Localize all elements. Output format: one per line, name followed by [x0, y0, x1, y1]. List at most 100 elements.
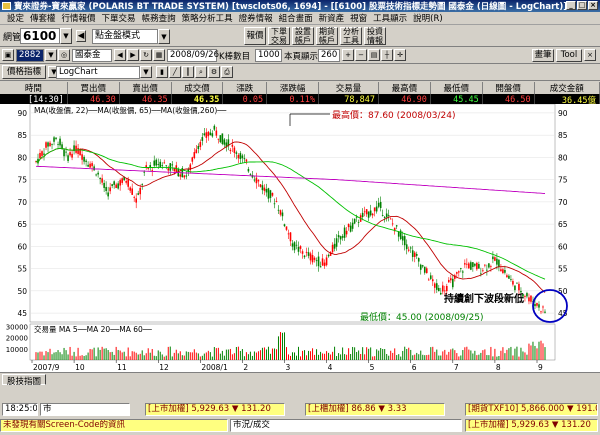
candle-body: [401, 236, 404, 241]
col-high: 最高價: [378, 82, 431, 94]
stock-account-button[interactable]: 設置帳戶: [292, 27, 314, 45]
x-tick-label: 9: [538, 363, 543, 372]
candle-body: [421, 265, 424, 267]
print-icon[interactable]: ⎙: [221, 66, 233, 78]
draw-pen-button[interactable]: 畫筆: [532, 49, 554, 62]
menu-item[interactable]: 組合畫面: [276, 12, 316, 24]
date-input[interactable]: 2008/09/26: [167, 49, 219, 62]
calendar-icon[interactable]: ▦: [153, 49, 165, 61]
tab-stock-chart[interactable]: 股技指圖: [2, 374, 47, 387]
chart-type-select[interactable]: LogChart: [56, 66, 140, 79]
candle-body: [363, 211, 366, 213]
zoom-in-icon[interactable]: +: [342, 49, 354, 61]
search-icon[interactable]: ◎: [58, 49, 70, 61]
candle-body: [349, 225, 352, 232]
y-tick-label: 80: [558, 153, 568, 162]
candle-body: [377, 202, 380, 207]
y-tick-label: 75: [17, 176, 27, 185]
next-symbol-icon[interactable]: ▶: [127, 49, 139, 61]
menu-item[interactable]: 證券情報: [236, 12, 276, 24]
menu-item[interactable]: 說明(R): [410, 12, 446, 24]
candle-body: [115, 184, 117, 188]
menu-item[interactable]: 策略分析工具: [179, 12, 236, 24]
candle-body: [259, 184, 262, 187]
x-tick-label: 5: [370, 363, 375, 372]
x-tick-label: 2008/1: [201, 363, 228, 372]
y-tick-label: 45: [17, 309, 27, 318]
line-chart-icon[interactable]: ╱: [169, 66, 181, 78]
candle-body: [59, 138, 61, 146]
mode-select[interactable]: 點金盤模式: [92, 29, 158, 44]
candle-body: [279, 210, 282, 215]
chart-area[interactable]: 90 85 80 75 70 65 60 55 50 45 30000 20000 10000 90 85…: [0, 103, 600, 372]
ruler-icon[interactable]: ┼: [381, 49, 393, 61]
menu-item[interactable]: 下單交易: [99, 12, 139, 24]
mode-dropdown-button[interactable]: ▼: [158, 29, 170, 44]
menu-item[interactable]: 視窗: [347, 12, 370, 24]
menu-item[interactable]: 帳務查詢: [139, 12, 179, 24]
close-button[interactable]: ×: [588, 1, 598, 10]
symbol-dropdown-button[interactable]: ▼: [45, 49, 57, 61]
prev-button[interactable]: ◀: [76, 30, 86, 42]
indicator-toolbar: 價格指標 ▼ LogChart ▼ ▮ ╱ ┃ ⌕ ⚙ ⎙: [0, 64, 600, 81]
candle-body: [161, 165, 164, 167]
crosshair-icon[interactable]: ✛: [394, 49, 406, 61]
menu-item[interactable]: 設定: [4, 12, 27, 24]
candle-body: [249, 174, 252, 175]
candle-body: [542, 306, 544, 308]
quote-button[interactable]: 報價: [244, 27, 266, 45]
candle-body: [133, 196, 135, 198]
candle-body: [113, 181, 115, 185]
candle-body: [379, 201, 382, 208]
market-field[interactable]: 市: [40, 403, 130, 416]
order-button[interactable]: 下單交易: [268, 27, 290, 45]
candle-body: [315, 260, 318, 262]
page-show-input[interactable]: 260: [318, 49, 340, 62]
candle-body: [53, 137, 55, 142]
settings-icon[interactable]: ⚙: [208, 66, 220, 78]
symbol-input[interactable]: 2882: [16, 49, 44, 62]
candle-body: [472, 262, 474, 267]
bar-chart-icon[interactable]: ▮: [156, 66, 168, 78]
candle-body: [295, 244, 298, 246]
candle-body: [297, 246, 300, 252]
minimize-button[interactable]: _: [566, 1, 576, 10]
refresh-icon[interactable]: ↻: [140, 49, 152, 61]
candle-body: [305, 251, 308, 253]
price-chart[interactable]: 90858075706560555045300002000010000 9085…: [0, 103, 600, 372]
price-indicator-button[interactable]: 價格指標: [2, 65, 46, 79]
lock-icon[interactable]: ▣: [2, 49, 14, 61]
bar-count-input[interactable]: 1000: [255, 49, 282, 62]
zoom-icon[interactable]: ⌕: [195, 66, 207, 78]
candle-body: [221, 133, 224, 144]
candle-body: [357, 222, 360, 223]
analysis-tools-button[interactable]: 分析工具: [340, 27, 362, 45]
candle-chart-icon[interactable]: ┃: [182, 66, 194, 78]
candle-body: [494, 257, 496, 261]
candle-body: [103, 182, 105, 188]
grid-icon[interactable]: ▤: [368, 49, 380, 61]
maximize-button[interactable]: □: [577, 1, 587, 10]
close-panel-icon[interactable]: ×: [584, 49, 596, 61]
code-dropdown-button[interactable]: ▼: [60, 28, 72, 44]
window-title: 寶來證券-寶來贏家 (POLARIS BT TRADE SYSTEM) [tws…: [14, 2, 568, 12]
candle-body: [215, 130, 218, 136]
y-tick-label: 75: [558, 176, 568, 185]
menu-item[interactable]: 工具顯示: [370, 12, 410, 24]
zoom-out-icon[interactable]: −: [355, 49, 367, 61]
menu-item[interactable]: 新資產: [316, 12, 348, 24]
investment-info-button[interactable]: 投資情報: [364, 27, 386, 45]
tool-button[interactable]: Tool: [556, 49, 582, 62]
screen-code-input[interactable]: 6100: [20, 28, 60, 44]
futures-account-button[interactable]: 期貨帳戶: [316, 27, 338, 45]
ticker-taiex: [上市加權] 5,929.63 ▼ 131.20: [145, 403, 285, 416]
menu-item[interactable]: 行情報價: [59, 12, 99, 24]
candle-body: [339, 236, 342, 240]
candle-body: [456, 272, 458, 274]
prev-symbol-icon[interactable]: ◀: [114, 49, 126, 61]
menu-item[interactable]: 傳套權: [27, 12, 59, 24]
candle-body: [83, 156, 85, 162]
candle-body: [433, 283, 436, 288]
candle-body: [351, 222, 354, 229]
chart-type-dropdown-button[interactable]: ▼: [140, 66, 152, 78]
